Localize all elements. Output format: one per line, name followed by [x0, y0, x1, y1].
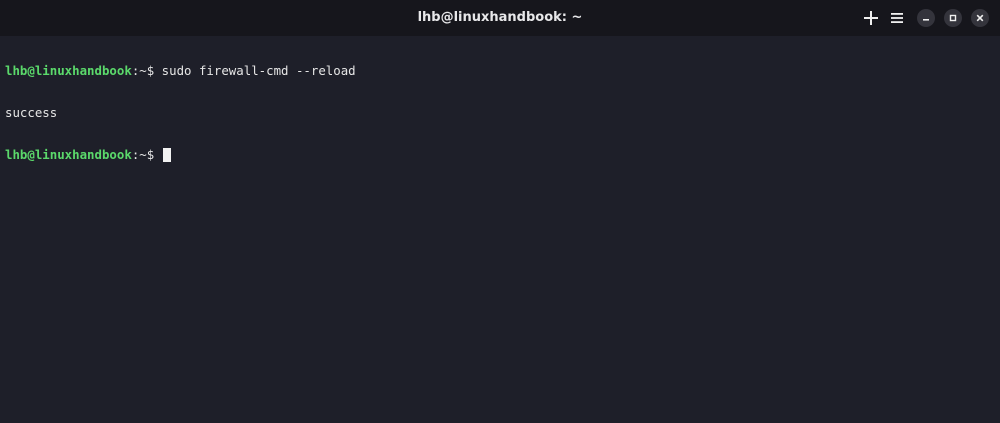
terminal-area[interactable]: lhb@linuxhandbook:~$ sudo firewall-cmd -…	[0, 36, 1000, 423]
close-button[interactable]	[971, 9, 989, 27]
title-bar[interactable]: lhb@linuxhandbook: ~	[0, 0, 1000, 36]
minimize-button[interactable]	[917, 9, 935, 27]
maximize-button[interactable]	[944, 9, 962, 27]
menu-button[interactable]	[888, 9, 906, 27]
text-cursor	[162, 148, 171, 162]
prompt-user-host: lhb@linuxhandbook	[5, 63, 132, 78]
close-icon	[976, 9, 984, 27]
command-output: success	[5, 105, 58, 120]
plus-icon	[864, 11, 878, 25]
hamburger-menu-icon	[891, 12, 903, 24]
prompt-path: :~$	[131, 147, 162, 162]
terminal-window: lhb@linuxhandbook: ~ lhb@linuxhandbook:~…	[0, 0, 1000, 423]
maximize-icon	[949, 9, 957, 27]
terminal-line: lhb@linuxhandbook:~$ sudo firewall-cmd -…	[5, 64, 356, 78]
terminal-line: success	[5, 106, 356, 120]
command-text: sudo firewall-cmd --reload	[161, 63, 356, 78]
window-title: lhb@linuxhandbook: ~	[417, 10, 583, 25]
terminal-line: lhb@linuxhandbook:~$	[5, 148, 356, 162]
new-tab-button[interactable]	[862, 9, 880, 27]
minimize-icon	[922, 9, 930, 27]
prompt-user-host: lhb@linuxhandbook	[5, 147, 132, 162]
prompt-path: :~$	[131, 63, 162, 78]
terminal-output: lhb@linuxhandbook:~$ sudo firewall-cmd -…	[5, 36, 356, 190]
